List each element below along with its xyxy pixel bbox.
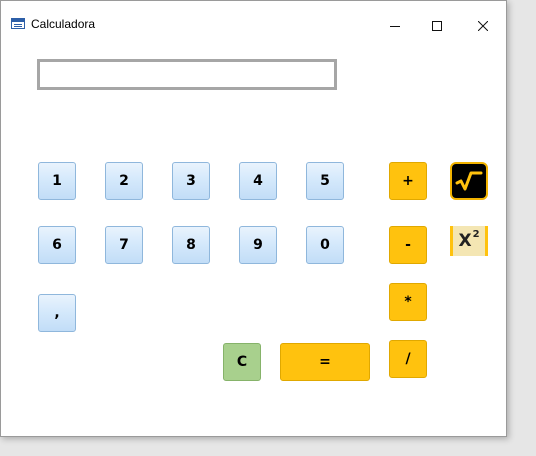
close-button[interactable] bbox=[460, 11, 506, 41]
window-title: Calculadora bbox=[31, 17, 96, 31]
key-2[interactable]: 2 bbox=[105, 162, 143, 200]
square-root-button[interactable] bbox=[450, 162, 488, 200]
maximize-icon bbox=[432, 21, 442, 31]
key-1[interactable]: 1 bbox=[38, 162, 76, 200]
multiply-button[interactable]: * bbox=[389, 283, 427, 321]
square-button-exponent: 2 bbox=[472, 228, 480, 240]
key-4[interactable]: 4 bbox=[239, 162, 277, 200]
minimize-button[interactable] bbox=[372, 11, 418, 41]
key-5[interactable]: 5 bbox=[306, 162, 344, 200]
calculator-window-icon bbox=[11, 18, 25, 29]
key-3[interactable]: 3 bbox=[172, 162, 210, 200]
key-8[interactable]: 8 bbox=[172, 226, 210, 264]
square-button-base: X bbox=[458, 231, 472, 251]
result-display[interactable] bbox=[37, 59, 337, 90]
maximize-button[interactable] bbox=[414, 11, 460, 41]
key-9[interactable]: 9 bbox=[239, 226, 277, 264]
square-root-icon bbox=[455, 171, 483, 191]
key-7[interactable]: 7 bbox=[105, 226, 143, 264]
square-button[interactable]: X 2 bbox=[450, 226, 488, 256]
equals-button[interactable]: = bbox=[280, 343, 370, 381]
key-comma[interactable]: , bbox=[38, 294, 76, 332]
close-icon bbox=[478, 21, 488, 31]
divide-button[interactable]: / bbox=[389, 340, 427, 378]
key-6[interactable]: 6 bbox=[38, 226, 76, 264]
key-0[interactable]: 0 bbox=[306, 226, 344, 264]
clear-button[interactable]: C bbox=[223, 343, 261, 381]
plus-button[interactable]: + bbox=[389, 162, 427, 200]
minimize-icon bbox=[390, 26, 400, 27]
calculator-window: Calculadora 1 2 3 4 5 6 7 8 9 0 , + - * bbox=[0, 0, 507, 437]
minus-button[interactable]: - bbox=[389, 226, 427, 264]
title-bar[interactable]: Calculadora bbox=[1, 1, 506, 32]
